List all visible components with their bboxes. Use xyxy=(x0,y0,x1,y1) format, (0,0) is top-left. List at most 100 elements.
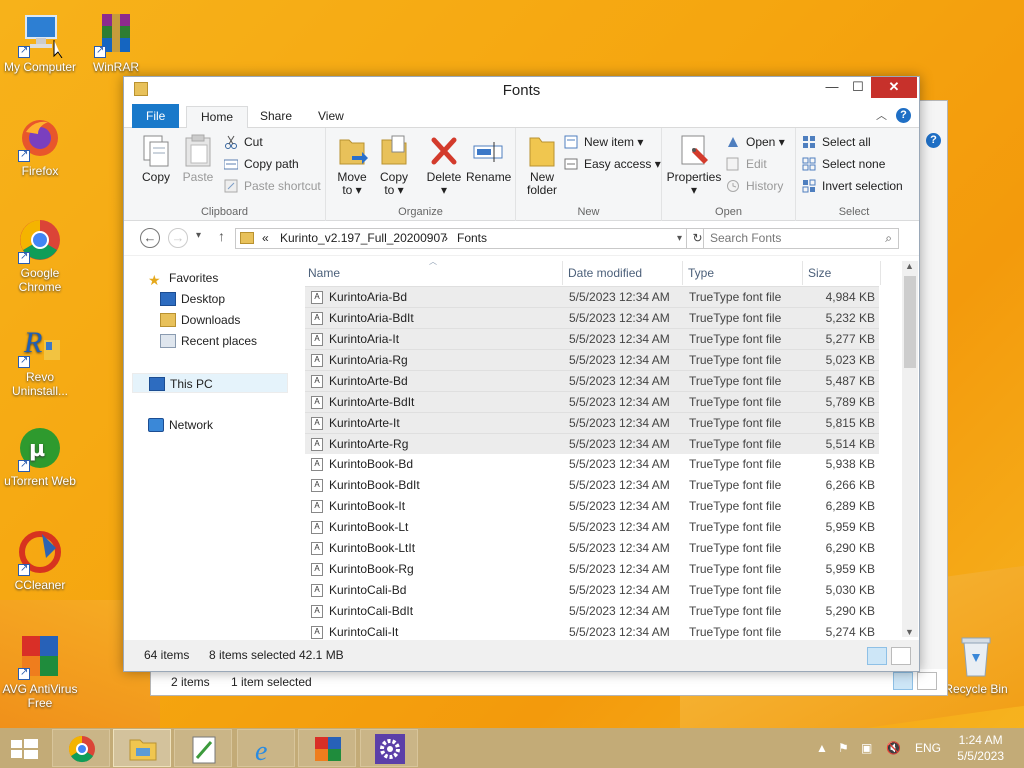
breadcrumb-item[interactable]: Kurinto_v2.197_Full_20200907 xyxy=(280,229,447,248)
file-row[interactable]: A KurintoArte-BdIt 5/5/2023 12:34 AM TrueTy… xyxy=(305,391,879,412)
close-button[interactable]: ✕ xyxy=(871,77,917,98)
tab-share[interactable]: Share xyxy=(246,106,306,128)
file-row[interactable]: A KurintoAria-Rg 5/5/2023 12:34 AM TrueType… xyxy=(305,349,879,370)
address-bar[interactable]: « Kurinto_v2.197_Full_20200907 › Fonts ▾ xyxy=(235,228,687,249)
nav-network[interactable]: Network xyxy=(148,415,213,435)
column-header-size[interactable]: Size xyxy=(805,261,881,285)
taskbar-internet-explorer[interactable]: e xyxy=(237,729,295,767)
file-row[interactable]: A KurintoCali-It 5/5/2023 12:34 AM TrueType… xyxy=(305,622,879,643)
taskbar-notepad-plus[interactable] xyxy=(174,729,232,767)
maximize-button[interactable]: ☐ xyxy=(845,77,871,98)
back-button[interactable]: ← xyxy=(140,228,160,248)
select-none-button[interactable]: Select none xyxy=(802,154,885,174)
language-indicator[interactable]: ENG xyxy=(915,728,941,768)
copy-path-button[interactable]: Copy path xyxy=(223,154,299,174)
file-row[interactable]: A KurintoBook-It 5/5/2023 12:34 AM TrueType… xyxy=(305,496,879,517)
start-button[interactable] xyxy=(0,728,50,768)
column-header-date[interactable]: Date modified xyxy=(565,261,683,285)
show-hidden-icons[interactable]: ▲ xyxy=(816,728,828,768)
explorer-window[interactable]: Fonts — ☐ ✕ File Home Share View ︿ ? Cop… xyxy=(123,76,920,672)
tab-home[interactable]: Home xyxy=(186,106,249,129)
properties-button[interactable]: Properties ▾ xyxy=(666,132,722,197)
file-row[interactable]: A KurintoCali-Bd 5/5/2023 12:34 AM TrueType… xyxy=(305,580,879,601)
minimize-button[interactable]: — xyxy=(819,77,845,98)
desktop-icon-recycle-bin[interactable]: Recycle Bin xyxy=(936,632,1016,696)
nav-this-pc[interactable]: This PC xyxy=(132,373,288,393)
cut-button[interactable]: Cut xyxy=(224,132,263,152)
desktop-icon-winrar[interactable]: WinRAR xyxy=(76,10,156,74)
copy-button[interactable]: Copy xyxy=(134,132,178,184)
nav-favorites[interactable]: ★ Favorites xyxy=(148,268,218,288)
tab-file[interactable]: File xyxy=(132,104,180,128)
recent-locations-chevron-icon[interactable]: ▾ xyxy=(196,230,201,241)
action-center-flag-icon[interactable]: ⚑ xyxy=(838,728,849,768)
desktop-icon-revo[interactable]: R Revo Uninstall... xyxy=(0,320,80,398)
desktop-icon-my-computer[interactable]: My Computer xyxy=(0,10,80,74)
desktop-icon-utorrent[interactable]: µ uTorrent Web xyxy=(0,424,80,488)
file-row[interactable]: A KurintoBook-Lt 5/5/2023 12:34 AM TrueType… xyxy=(305,517,879,538)
history-button[interactable]: History xyxy=(726,176,783,196)
nav-recent-places[interactable]: Recent places xyxy=(160,331,257,351)
copy-to-button[interactable]: Copy to ▾ xyxy=(372,132,416,197)
search-input[interactable]: Search Fonts ⌕ xyxy=(703,228,899,249)
file-row[interactable]: A KurintoAria-BdIt 5/5/2023 12:34 AM TrueTy… xyxy=(305,307,879,328)
title-bar[interactable]: Fonts — ☐ ✕ xyxy=(124,77,919,104)
details-view-button[interactable] xyxy=(867,647,887,665)
large-icons-view-button[interactable] xyxy=(917,672,937,690)
new-item-button[interactable]: New item ▾ xyxy=(564,132,643,152)
column-header-type[interactable]: Type xyxy=(685,261,803,285)
scroll-down-icon[interactable]: ▼ xyxy=(905,627,914,637)
open-button[interactable]: Open ▾ xyxy=(726,132,785,152)
file-row[interactable]: A KurintoArte-Rg 5/5/2023 12:34 AM TrueType… xyxy=(305,433,879,454)
move-to-button[interactable]: Move to ▾ xyxy=(330,132,374,197)
volume-muted-icon[interactable]: 🔇 xyxy=(886,728,901,768)
taskbar-chrome[interactable] xyxy=(52,729,110,767)
desktop-icon-firefox[interactable]: Firefox xyxy=(0,114,80,178)
file-row[interactable]: A KurintoCali-BdIt 5/5/2023 12:34 AM TrueTy… xyxy=(305,601,879,622)
edit-button[interactable]: Edit xyxy=(726,154,767,174)
select-all-button[interactable]: Select all xyxy=(802,132,871,152)
help-icon[interactable]: ? xyxy=(896,108,911,123)
taskbar-settings[interactable] xyxy=(360,729,418,767)
file-row[interactable]: A KurintoAria-Bd 5/5/2023 12:34 AM TrueType… xyxy=(305,286,879,307)
vertical-scrollbar[interactable]: ▲ ▼ xyxy=(902,261,918,637)
desktop-icon-ccleaner[interactable]: CCleaner xyxy=(0,528,80,592)
scroll-up-icon[interactable]: ▲ xyxy=(905,261,914,271)
paste-shortcut-button[interactable]: Paste shortcut xyxy=(224,176,321,196)
clock[interactable]: 1:24 AM 5/5/2023 xyxy=(957,732,1004,764)
status-selected-size: 42.1 MB xyxy=(299,648,344,662)
file-row[interactable]: A KurintoBook-BdIt 5/5/2023 12:34 AM TrueTy… xyxy=(305,475,879,496)
breadcrumb-separator[interactable]: › xyxy=(444,229,448,248)
rename-button[interactable]: Rename xyxy=(466,132,511,184)
paste-button[interactable]: Paste xyxy=(176,132,220,184)
easy-access-button[interactable]: Easy access ▾ xyxy=(564,154,661,174)
desktop-icon-chrome[interactable]: Google Chrome xyxy=(0,216,80,294)
details-view-button[interactable] xyxy=(893,672,913,690)
tab-view[interactable]: View xyxy=(304,106,358,128)
taskbar-file-explorer[interactable] xyxy=(113,729,171,767)
desktop-icon-avg[interactable]: AVG AntiVirus Free xyxy=(0,632,80,710)
file-row[interactable]: A KurintoBook-Rg 5/5/2023 12:34 AM TrueType… xyxy=(305,559,879,580)
large-icons-view-button[interactable] xyxy=(891,647,911,665)
collapse-ribbon-icon[interactable]: ︿ xyxy=(876,107,887,123)
file-date: 5/5/2023 12:34 AM xyxy=(569,562,670,576)
scrollbar-thumb[interactable] xyxy=(904,276,916,368)
up-arrow-icon[interactable]: ↑ xyxy=(218,228,225,244)
nav-desktop[interactable]: Desktop xyxy=(160,289,225,309)
nav-downloads[interactable]: Downloads xyxy=(160,310,240,330)
breadcrumb-overflow[interactable]: « xyxy=(262,229,269,248)
delete-button[interactable]: Delete ▾ xyxy=(422,132,466,197)
taskbar-avg[interactable] xyxy=(298,729,356,767)
file-row[interactable]: A KurintoArte-Bd 5/5/2023 12:34 AM TrueType… xyxy=(305,370,879,391)
forward-button[interactable]: → xyxy=(168,228,188,248)
file-row[interactable]: A KurintoBook-LtIt 5/5/2023 12:34 AM TrueTy… xyxy=(305,538,879,559)
file-row[interactable]: A KurintoArte-It 5/5/2023 12:34 AM TrueType… xyxy=(305,412,879,433)
file-row[interactable]: A KurintoAria-It 5/5/2023 12:34 AM TrueType… xyxy=(305,328,879,349)
network-tray-icon[interactable]: ▣ xyxy=(861,728,872,768)
address-dropdown-icon[interactable]: ▾ xyxy=(677,229,682,248)
new-folder-button[interactable]: New folder xyxy=(520,132,564,197)
breadcrumb-item-current[interactable]: Fonts xyxy=(457,229,487,248)
invert-selection-button[interactable]: Invert selection xyxy=(802,176,903,196)
help-icon[interactable]: ? xyxy=(926,133,941,148)
file-row[interactable]: A KurintoBook-Bd 5/5/2023 12:34 AM TrueType… xyxy=(305,454,879,475)
